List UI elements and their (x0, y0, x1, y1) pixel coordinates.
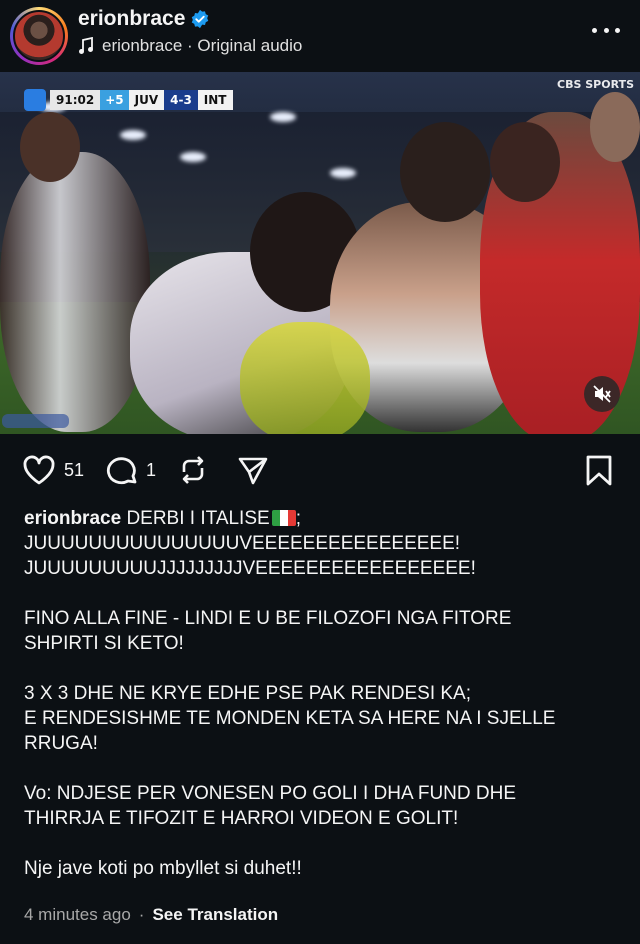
repost-icon (182, 456, 204, 484)
caption-line: JUUUUUUUUUJJJJJJJJJVEEEEEEEEEEEEEEEEE! (24, 558, 476, 579)
send-icon (238, 457, 268, 485)
save-button[interactable] (584, 454, 614, 486)
comment-icon (106, 457, 137, 485)
avatar[interactable] (10, 7, 68, 65)
italy-flag-icon (271, 510, 296, 526)
music-note-icon (79, 37, 93, 54)
match-score: 4-3 (164, 90, 198, 110)
caption-line: 3 X 3 DHE NE KRYE EDHE PSE PAK RENDESI K… (24, 683, 472, 704)
more-options-icon[interactable] (592, 18, 620, 42)
added-time: +5 (100, 90, 129, 110)
see-translation-link[interactable]: See Translation (152, 905, 278, 925)
video-watermark (2, 414, 70, 428)
comment-button[interactable]: 1 (106, 454, 156, 486)
home-team: JUV (128, 90, 165, 110)
username[interactable]: erionbrace (78, 7, 185, 31)
league-logo-icon (24, 89, 46, 111)
post-header: erionbrace erionbrace · Original audio (0, 0, 640, 70)
away-team: INT (197, 90, 233, 110)
speaker-muted-icon[interactable] (584, 376, 620, 412)
caption-username[interactable]: erionbrace (24, 508, 121, 529)
heart-icon (23, 455, 55, 485)
caption-line: erionbrace DERBI I ITALISE; (24, 506, 620, 531)
share-button[interactable] (236, 454, 270, 486)
meta-separator: · (138, 905, 145, 924)
audio-row[interactable]: erionbrace · Original audio (78, 36, 302, 56)
match-clock: 91:02 (50, 90, 101, 110)
audio-label: erionbrace · Original audio (102, 36, 303, 55)
post-meta: 4 minutes ago · See Translation (24, 905, 278, 925)
verified-badge-icon (191, 9, 209, 29)
post-video[interactable]: 91:02 +5 JUV 4-3 INT CBS SPORTS (0, 72, 640, 434)
bookmark-icon (586, 455, 612, 486)
like-count: 51 (64, 459, 85, 480)
caption-line: Nje jave koti po mbyllet si duhet!! (24, 858, 302, 879)
repost-button[interactable] (176, 454, 210, 486)
caption-line: THIRRJA E TIFOZIT E HARROI VIDEON E GOLI… (24, 808, 459, 829)
caption-line: RRUGA! (24, 733, 98, 754)
scoreboard: 91:02 +5 JUV 4-3 INT (24, 88, 233, 112)
post-time: 4 minutes ago (24, 905, 131, 924)
post-caption: erionbrace DERBI I ITALISE; JUUUUUUUUUUU… (24, 506, 620, 881)
caption-line: FINO ALLA FINE - LINDI E U BE FILOZOFI N… (24, 608, 512, 629)
comment-count: 1 (146, 459, 157, 480)
caption-line: SHPIRTI SI KETO! (24, 633, 184, 654)
broadcaster-logo: CBS SPORTS (557, 78, 634, 91)
caption-line: Vo: NDJESE PER VONESEN PO GOLI I DHA FUN… (24, 783, 517, 804)
action-bar: 51 1 (0, 450, 640, 490)
like-button[interactable]: 51 (22, 454, 84, 486)
caption-line: E RENDESISHME TE MONDEN KETA SA HERE NA … (24, 708, 556, 729)
caption-text: DERBI I ITALISE (126, 508, 270, 529)
caption-line: JUUUUUUUUUUUUUUUVEEEEEEEEEEEEEEEE! (24, 533, 461, 554)
caption-text: ; (295, 508, 301, 529)
